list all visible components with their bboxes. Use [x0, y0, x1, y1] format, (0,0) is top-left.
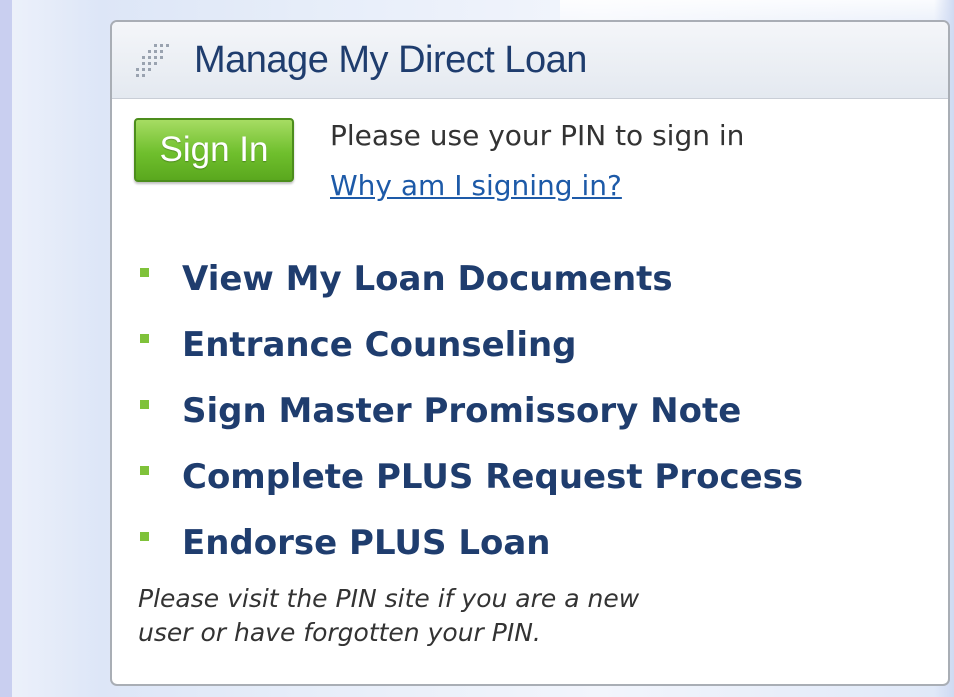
square-bullet-icon: [140, 268, 149, 277]
endorse-plus-loan-link[interactable]: Endorse PLUS Loan: [182, 518, 551, 568]
list-item-view-loan-documents[interactable]: View My Loan Documents: [112, 254, 948, 304]
pin-help-note-line1: Please visit the PIN site if you are a n…: [138, 584, 640, 613]
direct-loan-panel: Manage My Direct Loan Sign In Please use…: [110, 20, 950, 686]
complete-plus-request-link[interactable]: Complete PLUS Request Process: [182, 452, 803, 502]
list-item-sign-mpn[interactable]: Sign Master Promissory Note: [112, 386, 948, 436]
panel-header: Manage My Direct Loan: [112, 22, 948, 99]
sign-master-promissory-note-link[interactable]: Sign Master Promissory Note: [182, 386, 741, 436]
square-bullet-icon: [140, 466, 149, 475]
sign-in-button[interactable]: Sign In: [134, 118, 294, 182]
square-bullet-icon: [140, 400, 149, 409]
dotted-grid-icon: [136, 44, 169, 77]
square-bullet-icon: [140, 334, 149, 343]
square-bullet-icon: [140, 532, 149, 541]
pin-help-note: Please visit the PIN site if you are a n…: [138, 582, 928, 650]
list-item-entrance-counseling[interactable]: Entrance Counseling: [112, 320, 948, 370]
list-item-endorse-plus[interactable]: Endorse PLUS Loan: [112, 518, 948, 568]
sign-in-instruction: Please use your PIN to sign in: [330, 119, 745, 152]
pin-help-note-line2: user or have forgotten your PIN.: [138, 618, 541, 647]
entrance-counseling-link[interactable]: Entrance Counseling: [182, 320, 577, 370]
view-loan-documents-link[interactable]: View My Loan Documents: [182, 254, 673, 304]
list-item-plus-request[interactable]: Complete PLUS Request Process: [112, 452, 948, 502]
why-sign-in-link[interactable]: Why am I signing in?: [330, 168, 622, 204]
panel-title: Manage My Direct Loan: [194, 39, 587, 81]
background-left-band: [0, 0, 12, 697]
